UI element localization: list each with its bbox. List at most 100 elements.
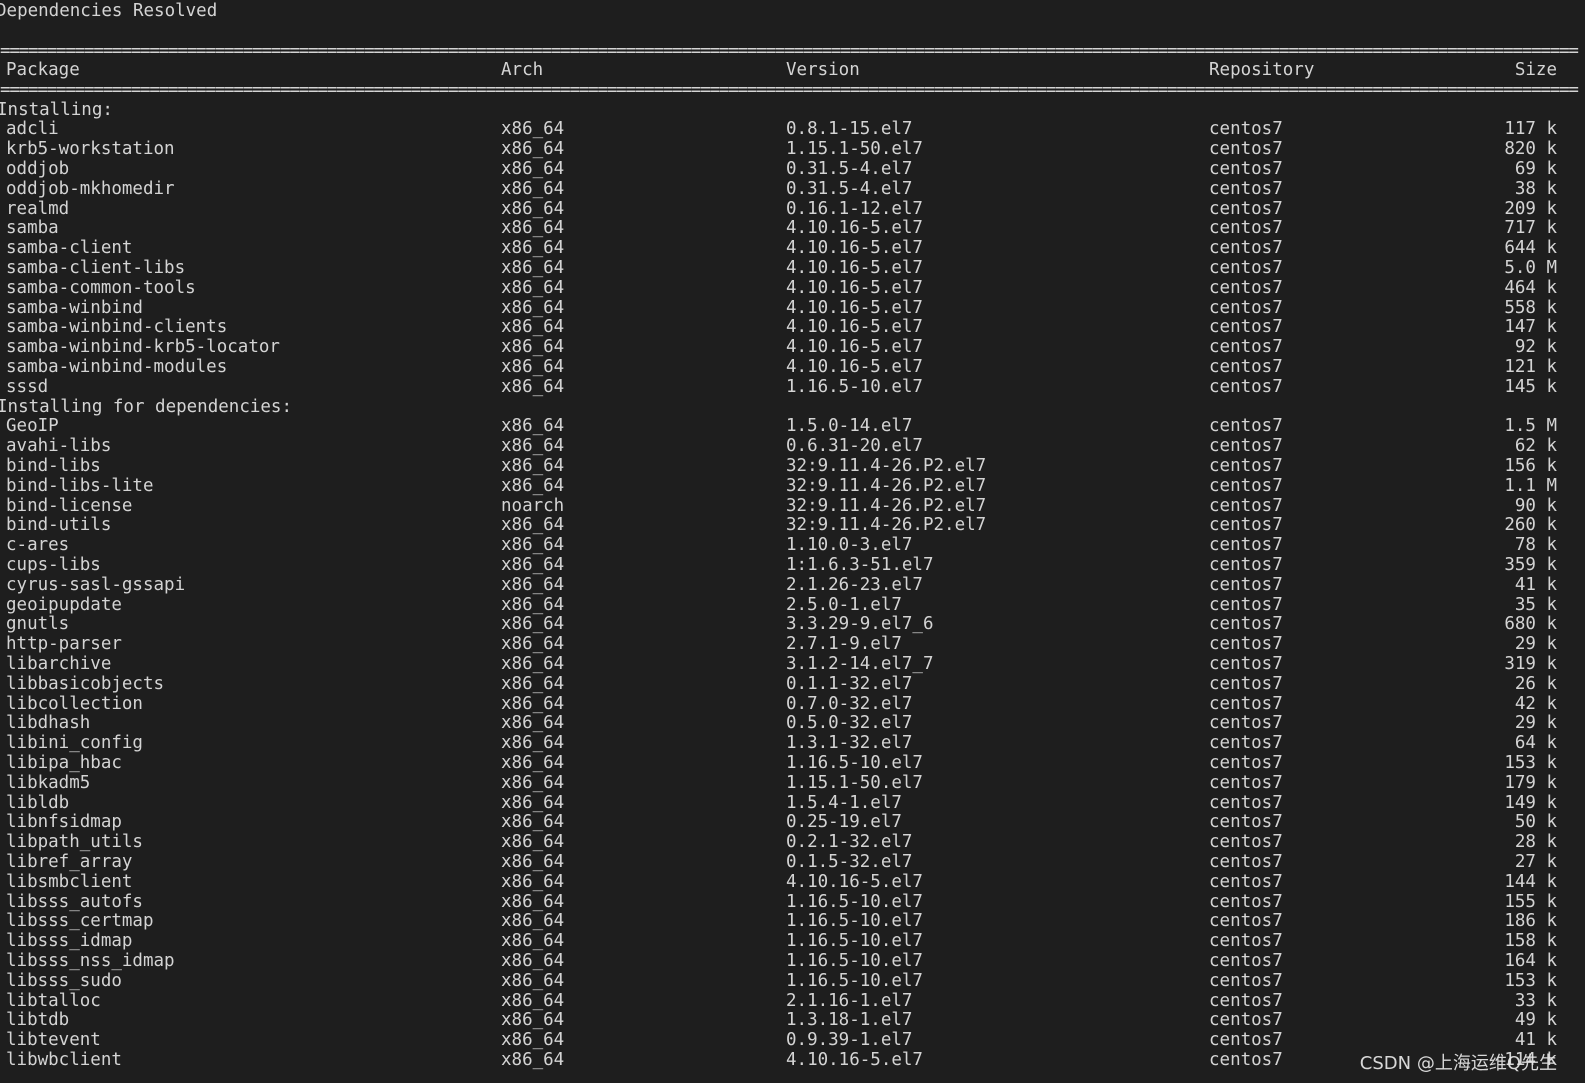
cell-version: 1.16.5-10.el7 (786, 970, 923, 991)
cell-version: 4.10.16-5.el7 (786, 257, 923, 278)
table-header: Package Arch Version Repository Size (0, 60, 1585, 80)
cell-version: 0.2.1-32.el7 (786, 832, 913, 853)
cell-repository: centos7 (1209, 436, 1283, 457)
cell-package: libpath_utils (6, 832, 143, 853)
cell-package: samba-winbind-modules (6, 356, 228, 377)
cell-repository: centos7 (1209, 257, 1283, 278)
cell-version: 4.10.16-5.el7 (786, 218, 923, 239)
cell-version: 4.10.16-5.el7 (786, 238, 923, 259)
cell-size: 41 k (1514, 574, 1557, 595)
cell-package: adcli (6, 119, 59, 140)
cell-size: 38 k (1514, 178, 1557, 199)
cell-version: 0.5.0-32.el7 (786, 713, 913, 734)
cell-arch: x86_64 (501, 416, 565, 437)
table-row: libarchive x86_64 3.1.2-14.el7_7 centos7 319… (0, 654, 1585, 674)
cell-version: 2.5.0-1.el7 (786, 594, 902, 615)
table-row: libsss_idmap x86_64 1.16.5-10.el7 centos7 15… (0, 931, 1585, 951)
cell-arch: x86_64 (501, 812, 565, 833)
table-row: libsmbclient x86_64 4.10.16-5.el7 centos7 14… (0, 872, 1585, 892)
cell-package: oddjob (6, 158, 70, 179)
cell-version: 0.8.1-15.el7 (786, 119, 913, 140)
cell-size: 186 k (1504, 911, 1557, 932)
table-row: geoipupdate x86_64 2.5.0-1.el7 centos7 35 k (0, 595, 1585, 615)
cell-arch: x86_64 (501, 990, 565, 1011)
cell-repository: centos7 (1209, 198, 1283, 219)
cell-arch: x86_64 (501, 218, 565, 239)
cell-version: 4.10.16-5.el7 (786, 317, 923, 338)
cell-arch: x86_64 (501, 891, 565, 912)
cell-size: 92 k (1514, 337, 1557, 358)
cell-size: 49 k (1514, 1010, 1557, 1031)
cell-arch: x86_64 (501, 634, 565, 655)
cell-arch: x86_64 (501, 515, 565, 536)
cell-arch: x86_64 (501, 317, 565, 338)
cell-arch: x86_64 (501, 119, 565, 140)
cell-package: libkadm5 (6, 772, 91, 793)
cell-repository: centos7 (1209, 891, 1283, 912)
cell-version: 1.3.1-32.el7 (786, 733, 913, 754)
cell-repository: centos7 (1209, 792, 1283, 813)
cell-size: 29 k (1514, 634, 1557, 655)
cell-version: 1.10.0-3.el7 (786, 535, 913, 556)
cell-version: 1.5.0-14.el7 (786, 416, 913, 437)
cell-package: http-parser (6, 634, 122, 655)
table-row: libsss_certmap x86_64 1.16.5-10.el7 centos7… (0, 911, 1585, 931)
cell-package: gnutls (6, 614, 70, 635)
cell-arch: x86_64 (501, 693, 565, 714)
table-row: c-ares x86_64 1.10.0-3.el7 centos7 78 k (0, 535, 1585, 555)
cell-version: 3.1.2-14.el7_7 (786, 653, 934, 674)
cell-arch: x86_64 (501, 950, 565, 971)
cell-repository: centos7 (1209, 356, 1283, 377)
cell-size: 156 k (1504, 455, 1557, 476)
cell-size: 1.5 M (1504, 416, 1557, 437)
cell-version: 4.10.16-5.el7 (786, 297, 923, 318)
header-repository: Repository (1209, 60, 1315, 80)
cell-version: 1:1.6.3-51.el7 (786, 554, 934, 575)
cell-package: libcollection (6, 693, 143, 714)
cell-version: 4.10.16-5.el7 (786, 1049, 923, 1070)
cell-repository: centos7 (1209, 871, 1283, 892)
cell-package: libref_array (6, 851, 133, 872)
table-row: libcollection x86_64 0.7.0-32.el7 centos7 42… (0, 694, 1585, 714)
cell-repository: centos7 (1209, 614, 1283, 635)
cell-version: 0.31.5-4.el7 (786, 158, 913, 179)
table-row: bind-license noarch 32:9.11.4-26.P2.el7 cen… (0, 496, 1585, 516)
cell-package: cups-libs (6, 554, 101, 575)
cell-size: 147 k (1504, 317, 1557, 338)
cell-size: 26 k (1514, 673, 1557, 694)
cell-version: 32:9.11.4-26.P2.el7 (786, 455, 987, 476)
cell-repository: centos7 (1209, 376, 1283, 397)
cell-repository: centos7 (1209, 832, 1283, 853)
cell-size: 359 k (1504, 554, 1557, 575)
cell-repository: centos7 (1209, 337, 1283, 358)
cell-size: 117 k (1504, 119, 1557, 140)
cell-repository: centos7 (1209, 1030, 1283, 1051)
cell-package: libsss_autofs (6, 891, 143, 912)
cell-size: 121 k (1504, 356, 1557, 377)
cell-repository: centos7 (1209, 950, 1283, 971)
table-row: libldb x86_64 1.5.4-1.el7 centos7 149 k (0, 793, 1585, 813)
cell-size: 680 k (1504, 614, 1557, 635)
cell-repository: centos7 (1209, 693, 1283, 714)
cell-repository: centos7 (1209, 574, 1283, 595)
cell-package: libsss_sudo (6, 970, 122, 991)
separator-header: ========================================… (0, 80, 1579, 100)
cell-size: 33 k (1514, 990, 1557, 1011)
cell-package: libtevent (6, 1030, 101, 1051)
cell-package: libsss_nss_idmap (6, 950, 175, 971)
cell-arch: x86_64 (501, 713, 565, 734)
cell-arch: x86_64 (501, 178, 565, 199)
table-row: libtevent x86_64 0.9.39-1.el7 centos7 41 k (0, 1030, 1585, 1050)
cell-size: 644 k (1504, 238, 1557, 259)
cell-package: bind-libs-lite (6, 475, 154, 496)
cell-version: 4.10.16-5.el7 (786, 277, 923, 298)
cell-size: 145 k (1504, 376, 1557, 397)
cell-arch: x86_64 (501, 356, 565, 377)
cell-version: 1.16.5-10.el7 (786, 752, 923, 773)
header-version: Version (786, 60, 860, 80)
cell-size: 62 k (1514, 436, 1557, 457)
cell-package: samba-common-tools (6, 277, 196, 298)
cell-repository: centos7 (1209, 495, 1283, 516)
table-row: samba-winbind-krb5-locator x86_64 4.10.16-… (0, 337, 1585, 357)
cell-arch: x86_64 (501, 970, 565, 991)
